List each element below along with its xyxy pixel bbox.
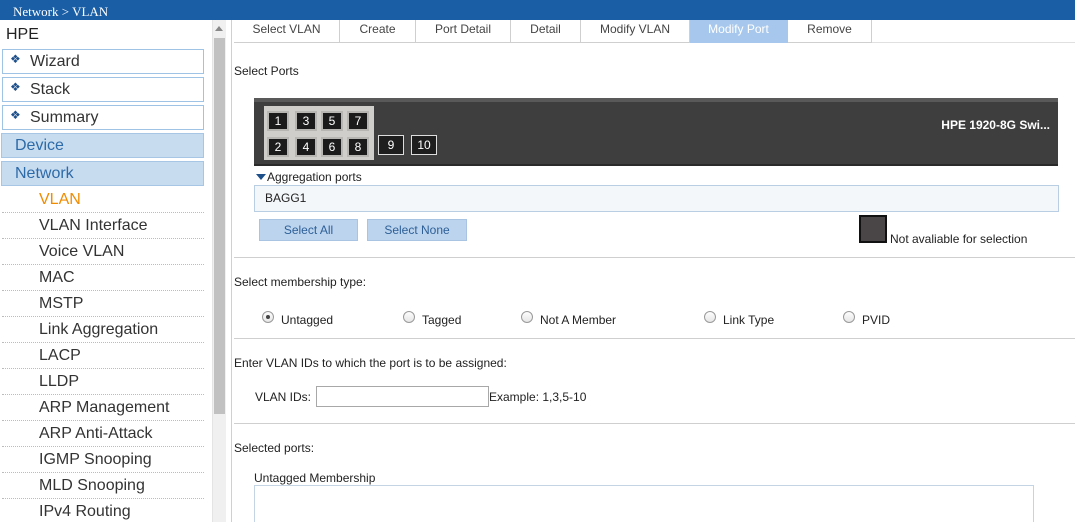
radio-link-type[interactable] — [704, 311, 716, 323]
tab-detail[interactable]: Detail — [511, 20, 581, 43]
sidebar-section-network[interactable]: Network — [1, 161, 204, 186]
diamond-icon: ❖ — [10, 80, 21, 94]
sidebar-scrollbar[interactable] — [212, 20, 226, 522]
select-none-button[interactable]: Select None — [367, 219, 467, 241]
sidebar-item-vlan[interactable]: VLAN — [2, 187, 204, 213]
sidebar-group-label: Wizard — [30, 53, 80, 70]
diamond-icon: ❖ — [10, 108, 21, 122]
scroll-up-arrow-icon[interactable] — [215, 26, 223, 31]
sidebar-item-link-aggregation[interactable]: Link Aggregation — [2, 317, 204, 343]
radio-not-a-member[interactable] — [521, 311, 533, 323]
tab-select-vlan[interactable]: Select VLAN — [234, 20, 340, 43]
vlan-ids-input[interactable] — [316, 386, 489, 407]
radio-link-type-label[interactable]: Link Type — [723, 313, 774, 327]
sidebar-item-mac[interactable]: MAC — [2, 265, 204, 291]
sidebar-nav: HPE ❖ Wizard ❖ Stack ❖ Summary Device Ne… — [0, 20, 212, 522]
triangle-down-icon — [256, 174, 266, 180]
sidebar-item-vlan-interface[interactable]: VLAN Interface — [2, 213, 204, 239]
radio-tagged[interactable] — [403, 311, 415, 323]
untagged-membership-list[interactable] — [254, 485, 1034, 522]
port-1[interactable]: 1 — [267, 111, 289, 131]
section-divider — [234, 257, 1075, 258]
port-10[interactable]: 10 — [411, 135, 437, 155]
port-7[interactable]: 7 — [347, 111, 369, 131]
radio-pvid[interactable] — [843, 311, 855, 323]
sidebar-item-igmp-snooping[interactable]: IGMP Snooping — [2, 447, 204, 473]
frame-divider[interactable] — [226, 20, 232, 522]
port-4[interactable]: 4 — [295, 137, 317, 157]
not-available-legend-swatch — [859, 215, 887, 243]
aggregation-port-bagg1[interactable]: BAGG1 — [254, 185, 1059, 212]
untagged-membership-label: Untagged Membership — [254, 471, 376, 485]
not-available-legend-label: Not avaliable for selection — [890, 232, 1028, 246]
sidebar-group-label: Summary — [30, 109, 99, 126]
tab-modify-vlan[interactable]: Modify VLAN — [581, 20, 690, 43]
switch-panel: 1 3 5 7 2 4 6 8 9 10 HPE 1920-8G Swi... — [254, 98, 1058, 166]
tab-modify-port[interactable]: Modify Port — [690, 20, 788, 43]
radio-tagged-label[interactable]: Tagged — [422, 313, 461, 327]
tab-create[interactable]: Create — [340, 20, 416, 43]
select-ports-heading: Select Ports — [234, 64, 299, 78]
port-6[interactable]: 6 — [321, 137, 343, 157]
port-3[interactable]: 3 — [295, 111, 317, 131]
tab-remove[interactable]: Remove — [788, 20, 872, 43]
tab-bar-rule — [872, 42, 1075, 43]
sidebar-item-voice-vlan[interactable]: Voice VLAN — [2, 239, 204, 265]
sidebar-section-device[interactable]: Device — [1, 133, 204, 158]
section-divider — [234, 423, 1075, 424]
port-5[interactable]: 5 — [321, 111, 343, 131]
membership-heading: Select membership type: — [234, 275, 367, 289]
sidebar-item-mstp[interactable]: MSTP — [2, 291, 204, 317]
sidebar-root-label: HPE — [6, 26, 39, 43]
radio-untagged[interactable] — [262, 311, 274, 323]
port-2[interactable]: 2 — [267, 137, 289, 157]
port-9[interactable]: 9 — [378, 135, 404, 155]
breadcrumb: Network > VLAN — [0, 0, 1075, 20]
port-group: 1 3 5 7 2 4 6 8 — [264, 106, 374, 160]
switch-model-label: HPE 1920-8G Swi... — [941, 118, 1050, 132]
aggregation-ports-label: Aggregation ports — [267, 170, 362, 184]
sidebar-group-wizard[interactable]: ❖ Wizard — [2, 49, 204, 74]
sidebar-item-lacp[interactable]: LACP — [2, 343, 204, 369]
tab-port-detail[interactable]: Port Detail — [416, 20, 511, 43]
radio-pvid-label[interactable]: PVID — [862, 313, 890, 327]
radio-untagged-label[interactable]: Untagged — [281, 313, 333, 327]
select-all-button[interactable]: Select All — [259, 219, 358, 241]
tab-bar: Select VLAN Create Port Detail Detail Mo… — [234, 20, 1075, 43]
sidebar-group-stack[interactable]: ❖ Stack — [2, 77, 204, 102]
vlan-ids-heading: Enter VLAN IDs to which the port is to b… — [234, 356, 507, 370]
vlan-ids-label: VLAN IDs: — [255, 390, 312, 404]
diamond-icon: ❖ — [10, 52, 21, 66]
sidebar-item-arp-anti-attack[interactable]: ARP Anti-Attack — [2, 421, 204, 447]
sidebar-group-summary[interactable]: ❖ Summary — [2, 105, 204, 130]
sidebar-item-mld-snooping[interactable]: MLD Snooping — [2, 473, 204, 499]
port-8[interactable]: 8 — [347, 137, 369, 157]
sidebar-item-arp-management[interactable]: ARP Management — [2, 395, 204, 421]
selected-ports-heading: Selected ports: — [234, 441, 315, 455]
scrollbar-thumb[interactable] — [214, 38, 225, 414]
sidebar-item-ipv4-routing[interactable]: IPv4 Routing — [2, 499, 204, 522]
radio-not-a-member-label[interactable]: Not A Member — [540, 313, 616, 327]
sidebar-group-label: Stack — [30, 81, 71, 98]
section-divider — [234, 338, 1075, 339]
vlan-ids-example: Example: 1,3,5-10 — [489, 390, 587, 404]
aggregation-ports-toggle[interactable]: Aggregation ports — [256, 170, 362, 184]
sidebar-item-lldp[interactable]: LLDP — [2, 369, 204, 395]
